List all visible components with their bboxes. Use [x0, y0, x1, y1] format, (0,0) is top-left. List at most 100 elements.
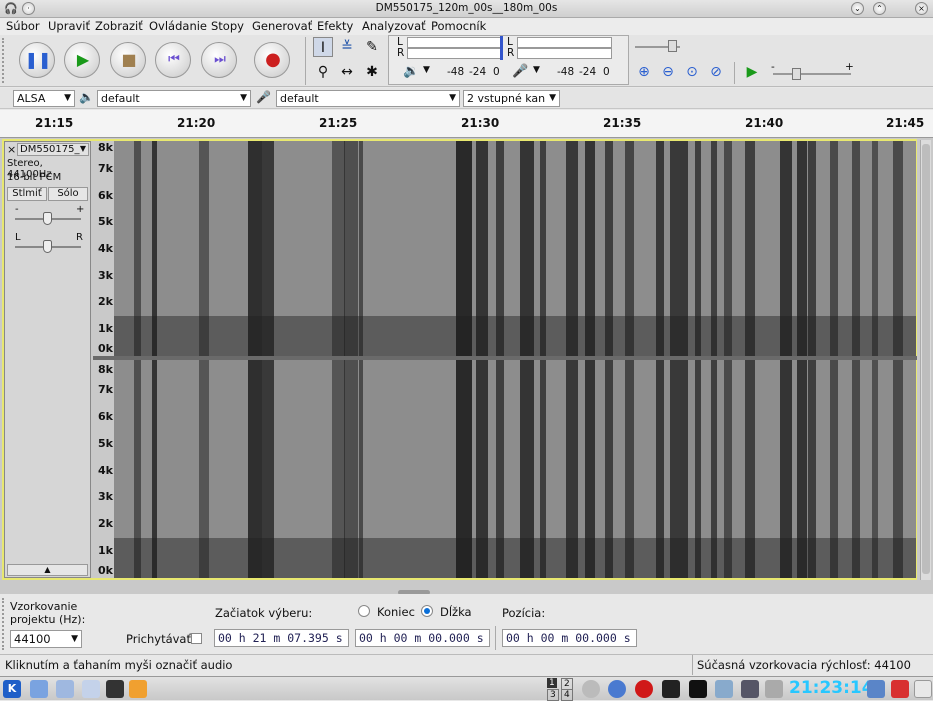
- skip-start-button[interactable]: ⏮: [155, 42, 191, 78]
- envelope-tool-icon[interactable]: ≚: [337, 37, 357, 57]
- zoom-out-icon[interactable]: ⊖: [658, 62, 678, 82]
- pager-desktop-1[interactable]: 1: [547, 678, 557, 688]
- menu-effects[interactable]: Efekty: [317, 19, 353, 33]
- document-icon[interactable]: [82, 680, 100, 698]
- toolbar-grip[interactable]: [2, 598, 6, 650]
- minimize-icon[interactable]: ⌄: [851, 2, 864, 15]
- opera-browser-icon[interactable]: [635, 680, 653, 698]
- device-toolbar: ALSA ▼ 🔈 default ▼ 🎤 default ▼ 2 vstupné ka…: [0, 88, 933, 109]
- terminal-icon[interactable]: [106, 680, 124, 698]
- fit-selection-icon[interactable]: ⊙: [682, 62, 702, 82]
- spectrogram-band: [872, 141, 878, 356]
- settings-gear-icon[interactable]: [582, 680, 600, 698]
- gain-slider-thumb[interactable]: [43, 212, 52, 225]
- toolbar-grip[interactable]: [2, 38, 8, 83]
- rec-meter-left-bar[interactable]: [517, 37, 612, 48]
- zoom-in-icon[interactable]: ⊕: [634, 62, 654, 82]
- speed-plus-label: +: [845, 61, 854, 73]
- track-name-menu[interactable]: DM550175_ ▼: [17, 143, 89, 156]
- logout-icon[interactable]: [891, 680, 909, 698]
- menu-generate[interactable]: Generovať: [252, 19, 312, 33]
- menu-help[interactable]: Pomocník: [431, 19, 486, 33]
- play-button[interactable]: ▶: [64, 42, 100, 78]
- show-desktop-icon[interactable]: [914, 680, 932, 698]
- spectrogram-band: [852, 360, 860, 578]
- menu-analyze[interactable]: Analyzovať: [362, 19, 426, 33]
- solo-button[interactable]: Sólo: [48, 187, 88, 201]
- menu-tracks[interactable]: Stopy: [211, 19, 244, 33]
- play-meter-right-bar[interactable]: [407, 48, 502, 59]
- kde-menu-icon[interactable]: K: [3, 680, 21, 698]
- snap-checkbox[interactable]: [191, 633, 202, 644]
- length-radio[interactable]: [421, 605, 433, 617]
- maximize-icon[interactable]: ⌃: [873, 2, 886, 15]
- freq-label: 8k: [98, 363, 113, 376]
- network-icon[interactable]: [608, 680, 626, 698]
- collapse-track-button[interactable]: ▲: [7, 564, 88, 576]
- zoom-tool-icon[interactable]: ⚲: [313, 62, 333, 82]
- menu-view[interactable]: Zobraziť: [95, 19, 143, 33]
- project-rate-select[interactable]: 44100 ▼: [10, 630, 82, 648]
- desktop-pager[interactable]: 1 2 3 4: [545, 678, 575, 701]
- chevron-down-icon: ▼: [79, 144, 86, 153]
- volume-slider-thumb[interactable]: [668, 40, 677, 52]
- spectrogram-image: [114, 360, 916, 578]
- pager-desktop-4[interactable]: 4: [561, 689, 573, 701]
- speed-slider-thumb[interactable]: [792, 68, 801, 80]
- menu-file[interactable]: Súbor: [6, 19, 40, 33]
- multi-tool-icon[interactable]: ✱: [362, 62, 382, 82]
- play-meter-left-bar[interactable]: [407, 37, 502, 48]
- play-meter-dropdown-icon[interactable]: ▼: [423, 65, 430, 75]
- pan-right-label: R: [76, 232, 83, 243]
- selection-length-field[interactable]: 00 h 00 m 00.000 s: [355, 629, 490, 647]
- stop-button[interactable]: ■: [110, 42, 146, 78]
- fit-project-icon[interactable]: ⊘: [706, 62, 726, 82]
- record-button[interactable]: ●: [254, 42, 290, 78]
- rec-meter-right-bar[interactable]: [517, 48, 612, 59]
- clock[interactable]: 21:23:14: [789, 678, 874, 698]
- pan-slider-thumb[interactable]: [43, 240, 52, 253]
- close-icon[interactable]: ×: [915, 2, 928, 15]
- end-radio[interactable]: [358, 605, 370, 617]
- menu-transport[interactable]: Ovládanie: [149, 19, 207, 33]
- output-device-select[interactable]: default ▼: [97, 90, 251, 107]
- selection-start-field[interactable]: 00 h 21 m 07.395 s: [214, 629, 349, 647]
- audio-host-select[interactable]: ALSA ▼: [13, 90, 75, 107]
- radio-dot: [424, 608, 430, 614]
- speaker-icon[interactable]: 🔉: [403, 64, 419, 79]
- display-icon[interactable]: [741, 680, 759, 698]
- mute-button[interactable]: Stlmiť: [7, 187, 47, 201]
- spectrogram-band: [262, 360, 274, 578]
- spectrogram-right-channel[interactable]: [114, 360, 916, 578]
- input-channels-select[interactable]: 2 vstupné kan ▼: [463, 90, 560, 107]
- pager-desktop-3[interactable]: 3: [547, 689, 559, 701]
- title-bar: 🎧 · DM550175_120m_00s__180m_00s ⌄ ⌃ ×: [0, 0, 933, 18]
- console-icon[interactable]: [662, 680, 680, 698]
- people-icon[interactable]: [715, 680, 733, 698]
- microphone-icon[interactable]: 🎤: [512, 64, 528, 79]
- spectrogram-band: [656, 360, 664, 578]
- audio-position-field[interactable]: 00 h 00 m 00.000 s: [502, 629, 637, 647]
- file-manager-icon[interactable]: [30, 680, 48, 698]
- timeshift-tool-icon[interactable]: ↔: [337, 62, 357, 82]
- menu-edit[interactable]: Upraviť: [48, 19, 90, 33]
- vertical-scrollbar[interactable]: [920, 140, 931, 580]
- input-device-select[interactable]: default ▼: [276, 90, 460, 107]
- pause-button[interactable]: ❚❚: [19, 42, 55, 78]
- speed-slider[interactable]: [773, 73, 851, 75]
- lock-screen-icon[interactable]: [867, 680, 885, 698]
- play-at-speed-icon[interactable]: ▶: [742, 62, 762, 82]
- rec-meter-dropdown-icon[interactable]: ▼: [533, 65, 540, 75]
- spectrogram-left-channel[interactable]: [114, 141, 916, 356]
- draw-tool-icon[interactable]: ✎: [362, 37, 382, 57]
- audacity-task-icon[interactable]: [129, 680, 147, 698]
- selection-tool-icon[interactable]: I: [313, 37, 333, 57]
- timeline-ruler[interactable]: 21:15 21:20 21:25 21:30 21:35 21:40 21:4…: [0, 110, 933, 138]
- spectrogram-band: [808, 141, 816, 356]
- vertical-scrollbar-thumb[interactable]: [922, 144, 930, 574]
- skip-end-button[interactable]: ⏭: [201, 42, 237, 78]
- clipboard-icon[interactable]: [765, 680, 783, 698]
- volume-tray-icon[interactable]: [689, 680, 707, 698]
- track-close-icon[interactable]: ×: [7, 143, 16, 156]
- home-folder-icon[interactable]: [56, 680, 74, 698]
